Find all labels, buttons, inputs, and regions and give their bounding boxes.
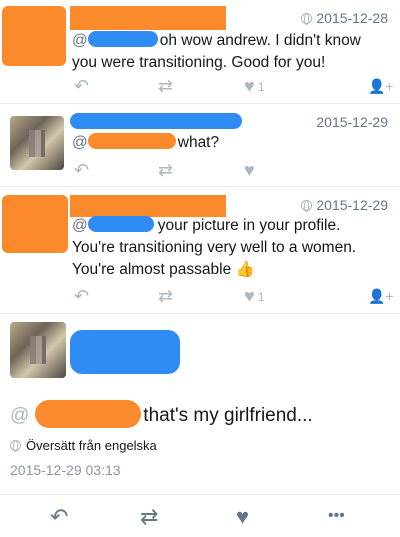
follow-icon[interactable]: 👤+ xyxy=(368,284,394,308)
globe-icon xyxy=(10,440,21,452)
username-redaction xyxy=(70,6,226,30)
tweet-date: 2015-12-28 xyxy=(301,10,388,26)
timestamp: 2015-12-29 03:13 xyxy=(10,462,121,478)
retweet-icon[interactable]: ⇄ xyxy=(158,158,173,182)
avatar[interactable] xyxy=(2,195,68,253)
mention-redaction xyxy=(87,31,158,47)
reply-icon[interactable]: ↶ xyxy=(50,504,68,530)
tweet-text: @ what? xyxy=(72,132,219,154)
date-text: 2015-12-28 xyxy=(316,10,388,26)
like-button[interactable]: ♥ 1 xyxy=(244,284,264,309)
heart-icon[interactable]: ♥ xyxy=(236,504,249,530)
mention-redaction xyxy=(35,400,142,428)
mention-prefix: @ xyxy=(72,134,88,151)
heart-icon: ♥ xyxy=(244,286,255,306)
mention-prefix: @ xyxy=(10,405,30,426)
retweet-icon[interactable]: ⇄ xyxy=(158,74,173,98)
tweet-text-line3: You're almost passable xyxy=(72,261,232,278)
tweet-text-line2: you were transitioning. Good for you! xyxy=(72,54,326,71)
tweet-text-line1: oh wow andrew. I didn't know xyxy=(159,32,361,49)
mention-prefix: @ xyxy=(72,217,88,234)
username-redaction xyxy=(70,330,180,374)
avatar[interactable] xyxy=(10,322,66,378)
mention-redaction xyxy=(87,216,154,232)
more-icon[interactable]: ••• xyxy=(328,507,345,525)
username-redaction xyxy=(70,195,226,217)
globe-icon xyxy=(301,199,313,212)
username-redaction xyxy=(70,113,242,129)
tweet-text-line2: You're transitioning very well to a wome… xyxy=(72,239,357,256)
translate-link[interactable]: Översätt från engelska xyxy=(10,438,157,453)
like-count: 1 xyxy=(257,290,265,305)
tweet-date: 2015-12-29 xyxy=(316,114,388,130)
avatar[interactable] xyxy=(2,6,66,66)
tweet-date: 2015-12-29 xyxy=(301,197,388,213)
translate-label: Översätt från engelska xyxy=(26,438,157,453)
tweet-text-line1: your picture in your profile. xyxy=(157,217,341,234)
reply-icon[interactable]: ↶ xyxy=(74,74,89,98)
tweet-text-content: that's my girlfriend... xyxy=(143,405,313,426)
follow-icon[interactable]: 👤+ xyxy=(368,74,394,98)
thumbs-up-icon: 👍 xyxy=(235,261,255,278)
retweet-icon[interactable]: ⇄ xyxy=(140,504,158,530)
reply-icon[interactable]: ↶ xyxy=(74,284,89,308)
tweet-3[interactable]: 2015-12-29 @ your picture in your profile… xyxy=(0,187,400,314)
action-bar: ↶ ⇄ ♥ ••• xyxy=(0,494,400,537)
date-text: 2015-12-29 xyxy=(316,114,388,130)
mention-prefix: @ xyxy=(72,32,88,49)
tweet-1[interactable]: 2015-12-28 @ oh wow andrew. I didn't know… xyxy=(0,0,400,104)
tweet-text: @ that's my girlfriend... xyxy=(10,400,313,428)
globe-icon xyxy=(301,12,313,25)
reply-icon[interactable]: ↶ xyxy=(74,158,89,182)
tweet-2[interactable]: 2015-12-29 @ what? ↶ ⇄ ♥ xyxy=(0,104,400,187)
heart-icon[interactable]: ♥ xyxy=(244,158,255,182)
date-text: 2015-12-29 xyxy=(316,197,388,213)
heart-icon: ♥ xyxy=(244,76,255,96)
tweet-text-content: what? xyxy=(177,134,220,151)
tweet-text: @ your picture in your profile. You're tr… xyxy=(72,215,398,281)
tweet-text: @ oh wow andrew. I didn't know you were t… xyxy=(72,30,392,74)
mention-redaction xyxy=(87,133,176,149)
like-count: 1 xyxy=(257,80,265,95)
retweet-icon[interactable]: ⇄ xyxy=(158,284,173,308)
like-button[interactable]: ♥ 1 xyxy=(244,74,264,99)
